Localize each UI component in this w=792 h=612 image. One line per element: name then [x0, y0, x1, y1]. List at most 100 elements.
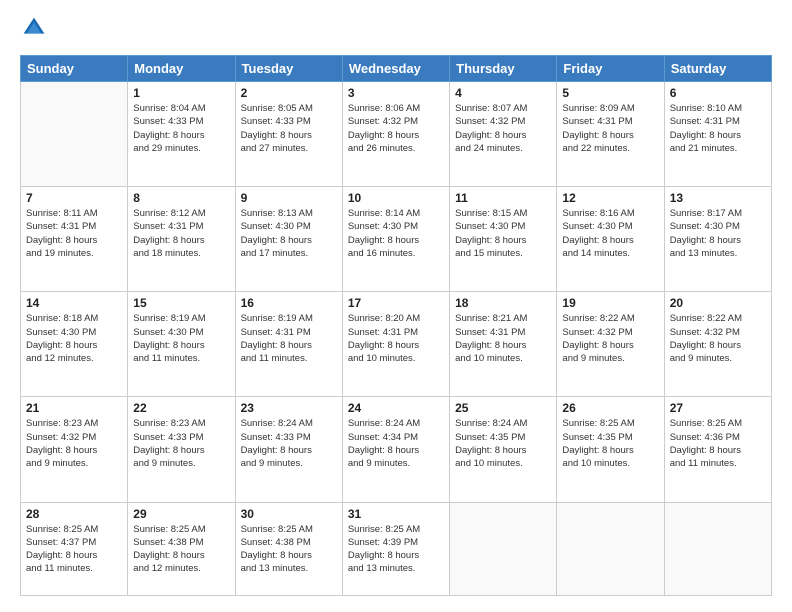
calendar-cell: 26 Sunrise: 8:25 AMSunset: 4:35 PMDayligh…	[557, 397, 664, 502]
day-info: Sunrise: 8:14 AMSunset: 4:30 PMDaylight:…	[348, 207, 444, 260]
day-info: Sunrise: 8:24 AMSunset: 4:34 PMDaylight:…	[348, 417, 444, 470]
weekday-friday: Friday	[557, 56, 664, 82]
calendar-cell	[664, 502, 771, 595]
calendar-cell: 2Sunrise: 8:05 AMSunset: 4:33 PMDaylight…	[235, 82, 342, 187]
calendar-cell: 22 Sunrise: 8:23 AMSunset: 4:33 PMDayligh…	[128, 397, 235, 502]
day-info: Sunrise: 8:06 AMSunset: 4:32 PMDaylight:…	[348, 102, 444, 155]
weekday-monday: Monday	[128, 56, 235, 82]
week-row-4: 21 Sunrise: 8:23 AMSunset: 4:32 PMDayligh…	[21, 397, 772, 502]
day-number: 18	[455, 296, 551, 310]
day-info: Sunrise: 8:22 AMSunset: 4:32 PMDaylight:…	[670, 312, 766, 365]
calendar-cell: 31Sunrise: 8:25 AMSunset: 4:39 PMDayligh…	[342, 502, 449, 595]
day-info: Sunrise: 8:23 AMSunset: 4:33 PMDaylight:…	[133, 417, 229, 470]
calendar-cell: 21 Sunrise: 8:23 AMSunset: 4:32 PMDayligh…	[21, 397, 128, 502]
day-number: 3	[348, 86, 444, 100]
calendar-cell: 9Sunrise: 8:13 AMSunset: 4:30 PMDaylight…	[235, 187, 342, 292]
day-info: Sunrise: 8:16 AMSunset: 4:30 PMDaylight:…	[562, 207, 658, 260]
week-row-1: 1 Sunrise: 8:04 AMSunset: 4:33 PMDaylight…	[21, 82, 772, 187]
calendar-cell: 7 Sunrise: 8:11 AMSunset: 4:31 PMDaylight…	[21, 187, 128, 292]
calendar-cell: 12 Sunrise: 8:16 AMSunset: 4:30 PMDayligh…	[557, 187, 664, 292]
calendar-cell: 23 Sunrise: 8:24 AMSunset: 4:33 PMDayligh…	[235, 397, 342, 502]
calendar-cell: 10Sunrise: 8:14 AMSunset: 4:30 PMDayligh…	[342, 187, 449, 292]
calendar-cell: 27 Sunrise: 8:25 AMSunset: 4:36 PMDayligh…	[664, 397, 771, 502]
day-info: Sunrise: 8:25 AMSunset: 4:36 PMDaylight:…	[670, 417, 766, 470]
day-info: Sunrise: 8:25 AMSunset: 4:38 PMDaylight:…	[133, 523, 229, 576]
day-number: 25	[455, 401, 551, 415]
calendar-cell: 15 Sunrise: 8:19 AMSunset: 4:30 PMDayligh…	[128, 292, 235, 397]
day-number: 19	[562, 296, 658, 310]
day-number: 21	[26, 401, 122, 415]
calendar-cell: 28 Sunrise: 8:25 AMSunset: 4:37 PMDayligh…	[21, 502, 128, 595]
day-number: 23	[241, 401, 337, 415]
day-info: Sunrise: 8:21 AMSunset: 4:31 PMDaylight:…	[455, 312, 551, 365]
calendar-cell: 17 Sunrise: 8:20 AMSunset: 4:31 PMDayligh…	[342, 292, 449, 397]
day-info: Sunrise: 8:24 AMSunset: 4:33 PMDaylight:…	[241, 417, 337, 470]
day-number: 7	[26, 191, 122, 205]
day-number: 15	[133, 296, 229, 310]
logo-icon	[22, 16, 46, 40]
header	[20, 16, 772, 45]
calendar-cell: 29 Sunrise: 8:25 AMSunset: 4:38 PMDayligh…	[128, 502, 235, 595]
day-info: Sunrise: 8:11 AMSunset: 4:31 PMDaylight:…	[26, 207, 122, 260]
day-info: Sunrise: 8:15 AMSunset: 4:30 PMDaylight:…	[455, 207, 551, 260]
day-info: Sunrise: 8:12 AMSunset: 4:31 PMDaylight:…	[133, 207, 229, 260]
day-info: Sunrise: 8:10 AMSunset: 4:31 PMDaylight:…	[670, 102, 766, 155]
calendar-cell: 3 Sunrise: 8:06 AMSunset: 4:32 PMDaylight…	[342, 82, 449, 187]
calendar-cell	[450, 502, 557, 595]
day-number: 31	[348, 507, 444, 521]
calendar-cell: 25 Sunrise: 8:24 AMSunset: 4:35 PMDayligh…	[450, 397, 557, 502]
day-info: Sunrise: 8:23 AMSunset: 4:32 PMDaylight:…	[26, 417, 122, 470]
week-row-5: 28 Sunrise: 8:25 AMSunset: 4:37 PMDayligh…	[21, 502, 772, 595]
day-number: 29	[133, 507, 229, 521]
day-info: Sunrise: 8:17 AMSunset: 4:30 PMDaylight:…	[670, 207, 766, 260]
calendar-cell: 11Sunrise: 8:15 AMSunset: 4:30 PMDayligh…	[450, 187, 557, 292]
calendar-cell: 19 Sunrise: 8:22 AMSunset: 4:32 PMDayligh…	[557, 292, 664, 397]
calendar-cell: 1 Sunrise: 8:04 AMSunset: 4:33 PMDaylight…	[128, 82, 235, 187]
logo	[20, 16, 46, 45]
calendar-cell: 20 Sunrise: 8:22 AMSunset: 4:32 PMDayligh…	[664, 292, 771, 397]
day-number: 6	[670, 86, 766, 100]
day-info: Sunrise: 8:25 AMSunset: 4:38 PMDaylight:…	[241, 523, 337, 576]
calendar-table: SundayMondayTuesdayWednesdayThursdayFrid…	[20, 55, 772, 596]
calendar-cell: 30 Sunrise: 8:25 AMSunset: 4:38 PMDayligh…	[235, 502, 342, 595]
calendar-cell: 16Sunrise: 8:19 AMSunset: 4:31 PMDayligh…	[235, 292, 342, 397]
day-number: 24	[348, 401, 444, 415]
day-number: 28	[26, 507, 122, 521]
calendar-cell: 14 Sunrise: 8:18 AMSunset: 4:30 PMDayligh…	[21, 292, 128, 397]
calendar-cell: 8 Sunrise: 8:12 AMSunset: 4:31 PMDaylight…	[128, 187, 235, 292]
day-info: Sunrise: 8:04 AMSunset: 4:33 PMDaylight:…	[133, 102, 229, 155]
day-info: Sunrise: 8:09 AMSunset: 4:31 PMDaylight:…	[562, 102, 658, 155]
day-number: 12	[562, 191, 658, 205]
weekday-sunday: Sunday	[21, 56, 128, 82]
week-row-2: 7 Sunrise: 8:11 AMSunset: 4:31 PMDaylight…	[21, 187, 772, 292]
weekday-saturday: Saturday	[664, 56, 771, 82]
day-info: Sunrise: 8:19 AMSunset: 4:31 PMDaylight:…	[241, 312, 337, 365]
weekday-wednesday: Wednesday	[342, 56, 449, 82]
day-number: 14	[26, 296, 122, 310]
weekday-tuesday: Tuesday	[235, 56, 342, 82]
day-info: Sunrise: 8:07 AMSunset: 4:32 PMDaylight:…	[455, 102, 551, 155]
day-number: 26	[562, 401, 658, 415]
calendar-cell: 13 Sunrise: 8:17 AMSunset: 4:30 PMDayligh…	[664, 187, 771, 292]
week-row-3: 14 Sunrise: 8:18 AMSunset: 4:30 PMDayligh…	[21, 292, 772, 397]
day-number: 30	[241, 507, 337, 521]
weekday-thursday: Thursday	[450, 56, 557, 82]
day-number: 1	[133, 86, 229, 100]
day-info: Sunrise: 8:20 AMSunset: 4:31 PMDaylight:…	[348, 312, 444, 365]
day-info: Sunrise: 8:24 AMSunset: 4:35 PMDaylight:…	[455, 417, 551, 470]
day-number: 22	[133, 401, 229, 415]
day-info: Sunrise: 8:22 AMSunset: 4:32 PMDaylight:…	[562, 312, 658, 365]
day-number: 17	[348, 296, 444, 310]
day-info: Sunrise: 8:25 AMSunset: 4:37 PMDaylight:…	[26, 523, 122, 576]
day-info: Sunrise: 8:18 AMSunset: 4:30 PMDaylight:…	[26, 312, 122, 365]
day-info: Sunrise: 8:05 AMSunset: 4:33 PMDaylight:…	[241, 102, 337, 155]
calendar-cell: 4Sunrise: 8:07 AMSunset: 4:32 PMDaylight…	[450, 82, 557, 187]
calendar-cell	[557, 502, 664, 595]
day-info: Sunrise: 8:25 AMSunset: 4:35 PMDaylight:…	[562, 417, 658, 470]
day-number: 13	[670, 191, 766, 205]
day-number: 27	[670, 401, 766, 415]
day-info: Sunrise: 8:19 AMSunset: 4:30 PMDaylight:…	[133, 312, 229, 365]
page: SundayMondayTuesdayWednesdayThursdayFrid…	[0, 0, 792, 612]
day-number: 8	[133, 191, 229, 205]
day-number: 20	[670, 296, 766, 310]
